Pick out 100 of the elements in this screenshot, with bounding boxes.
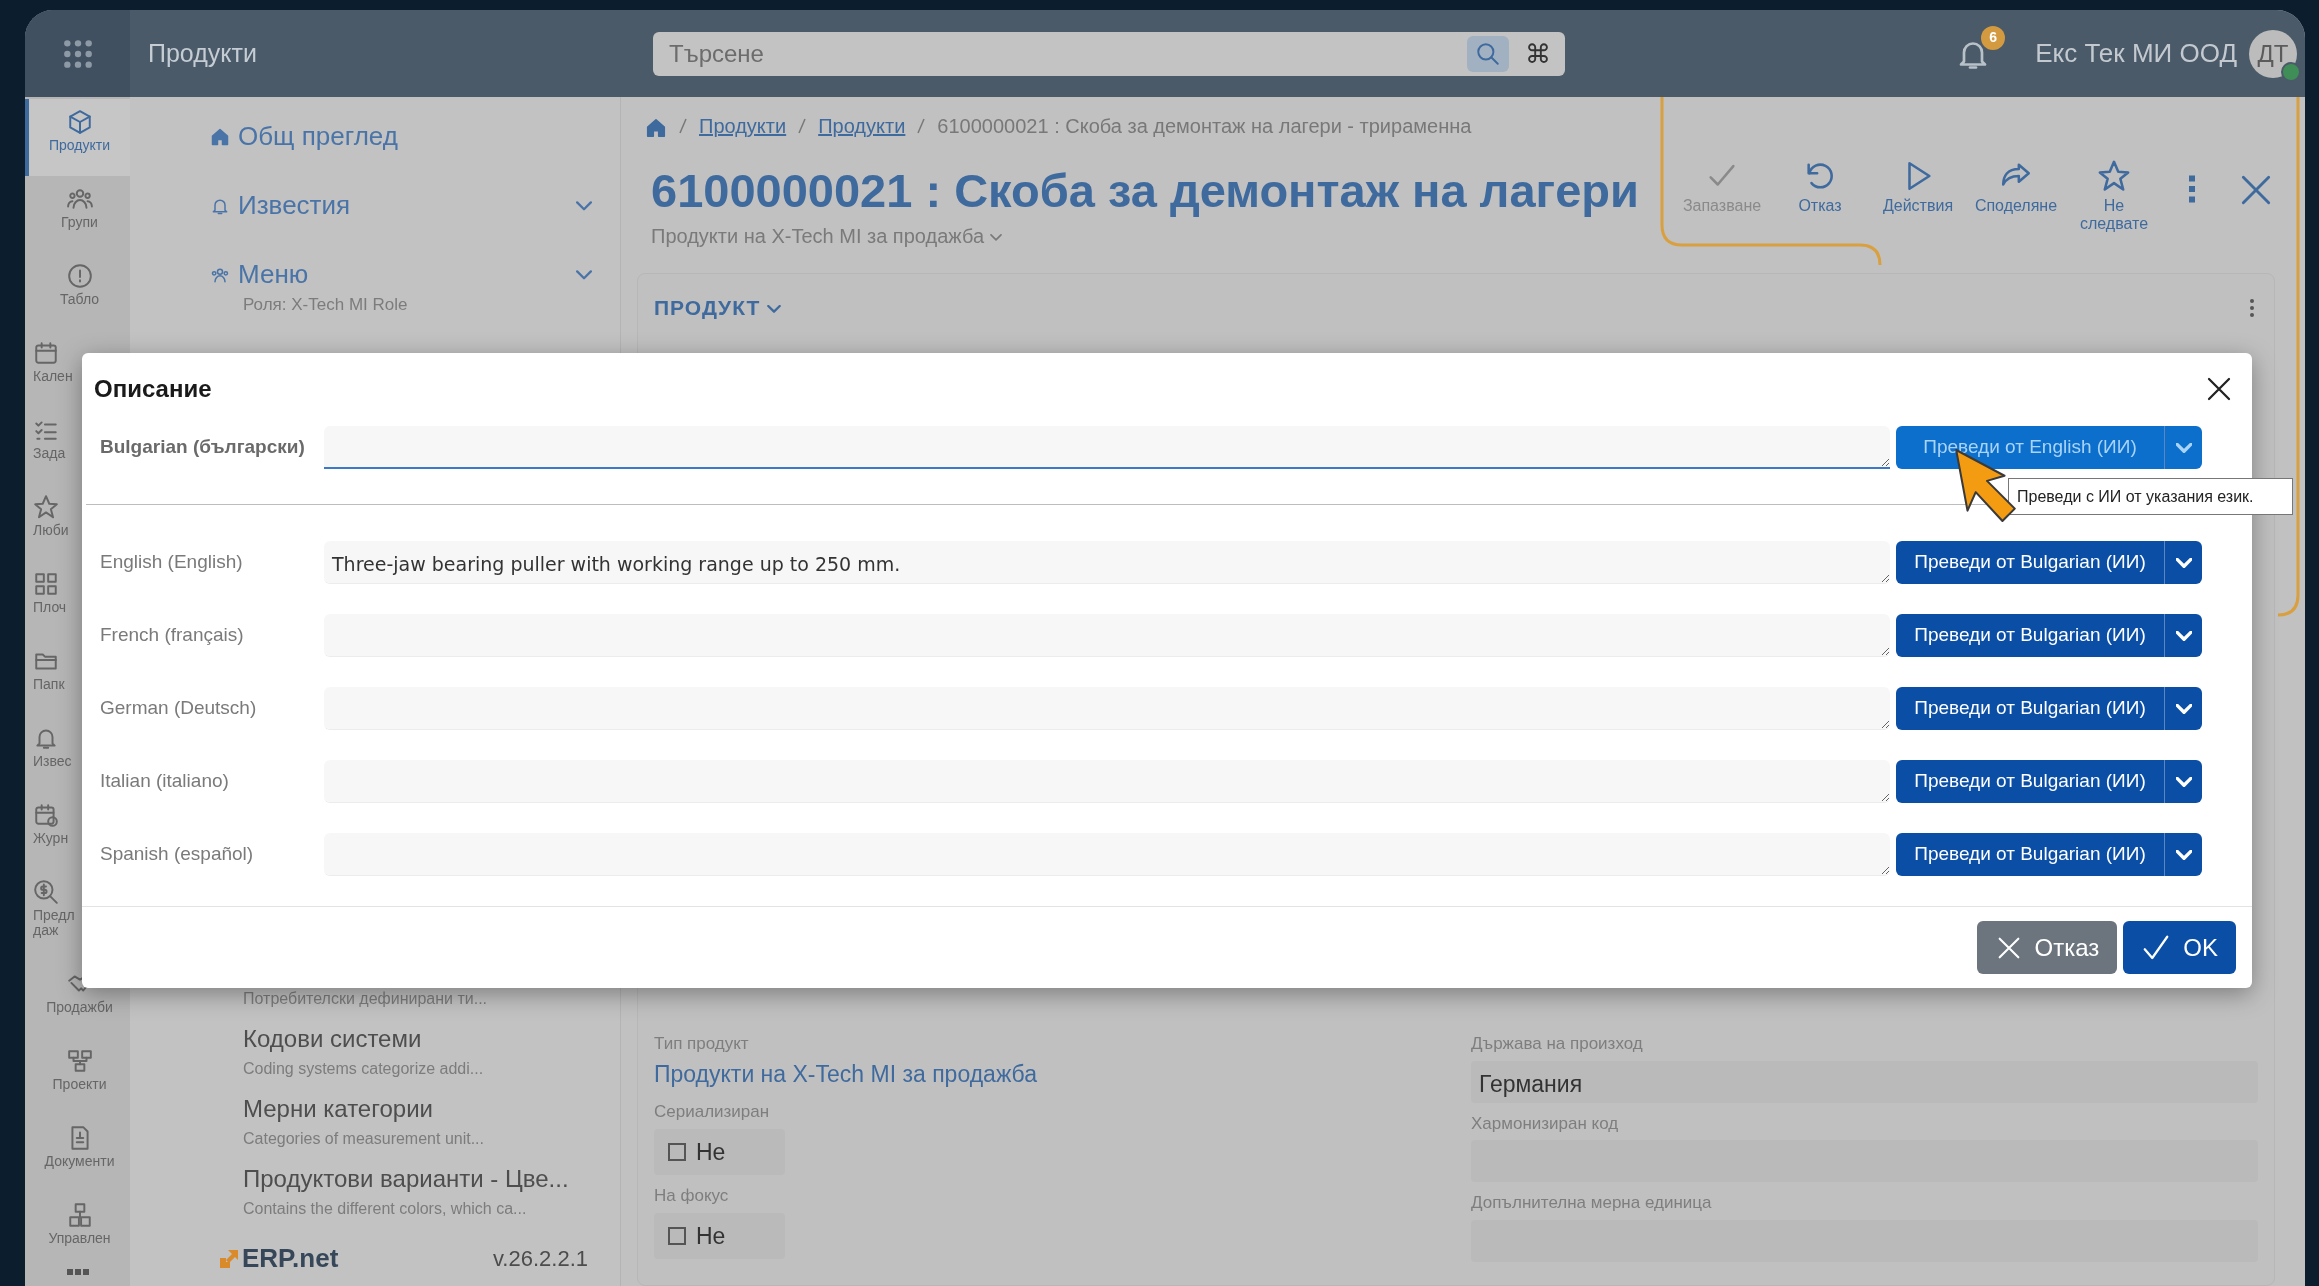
language-label: French (français) (100, 623, 245, 648)
dropdown-toggle[interactable] (2164, 541, 2202, 584)
sidebar-item[interactable]: Общ преглед (130, 117, 620, 156)
dropdown-toggle[interactable] (2164, 426, 2202, 469)
field-label: Тип продукт (654, 1033, 750, 1056)
more-icon[interactable] (66, 1268, 89, 1275)
record-type-dropdown[interactable]: Продукти на X-Tech MI за продажба (651, 220, 1639, 251)
kebab-icon (2189, 175, 2195, 203)
rail-item[interactable]: Продукти (25, 99, 130, 176)
search-button[interactable] (1467, 35, 1509, 72)
chevron-down-icon (989, 233, 1002, 241)
user-avatar[interactable]: ДТ (2249, 29, 2297, 78)
field-label: Допълнителна мерна единица (1471, 1192, 1713, 1215)
menu-entry-description: Coding systems categorize addi... (243, 1059, 485, 1079)
chevron-down-icon (2175, 703, 2192, 714)
tooltip: Преведи с ИИ от указания език. (2008, 478, 2293, 515)
apps-menu-button[interactable] (25, 10, 130, 97)
breadcrumb-separator (679, 118, 687, 134)
toolbar-button[interactable]: Споделяне (1973, 159, 2059, 215)
role-label: Роля: X-Tech MI Role (242, 294, 409, 316)
kebab-icon (2250, 298, 2254, 319)
menu-entry-description: Categories of measurement unit... (243, 1129, 485, 1149)
menu-entry-title[interactable]: Продуктови варианти - Цве... (243, 1161, 620, 1197)
menu-entry-description: Contains the different colors, which ca... (243, 1199, 528, 1219)
ok-button[interactable]: OK (2123, 921, 2236, 974)
language-label: German (Deutsch) (100, 696, 258, 721)
chevron-down-icon (2175, 776, 2192, 787)
sidebar-item[interactable]: Известия (130, 186, 620, 225)
version-label: v.26.2.2.1 (493, 1245, 588, 1273)
language-label: Bulgarian (български) (100, 435, 306, 460)
search-icon (1475, 40, 1501, 67)
toolbar-button[interactable]: Отказ (1777, 159, 1863, 215)
dropdown-toggle[interactable] (2164, 760, 2202, 803)
dot-grid-icon (61, 37, 94, 70)
field-label: Хармонизиран код (1471, 1112, 1620, 1135)
language-label: Spanish (español) (100, 842, 255, 867)
toolbar-button[interactable]: Не следвате (2071, 159, 2157, 233)
hierarchy-icon (66, 1047, 93, 1074)
checkbox[interactable] (668, 1226, 686, 1245)
checkbox[interactable] (668, 1142, 686, 1161)
calendar-icon (33, 340, 59, 366)
chevron-down-icon (2175, 442, 2192, 453)
people-icon (66, 186, 93, 212)
chevron-down-icon (2175, 849, 2192, 860)
search-field[interactable]: Търсене ⌘ (653, 31, 1565, 76)
translate-button[interactable]: Преведи от Bulgarian (ИИ) (1896, 687, 2164, 730)
rail-item[interactable]: Документи (25, 1114, 130, 1192)
dropdown-toggle[interactable] (2164, 614, 2202, 657)
breadcrumb-separator (917, 118, 926, 134)
dropdown-toggle[interactable] (2164, 833, 2202, 876)
box-icon (66, 109, 93, 135)
toolbar-button[interactable]: Действия (1875, 159, 1961, 215)
rail-item[interactable]: Управлен (25, 1191, 130, 1269)
notification-count: 6 (1981, 25, 2006, 50)
breadcrumb-separator (798, 118, 807, 134)
home-icon (645, 116, 667, 139)
section-toggle[interactable]: ПРОДУКТ (654, 291, 782, 324)
field-label: Държава на произход (1471, 1033, 1644, 1056)
checkbox-field[interactable]: Не (654, 1128, 786, 1176)
chevron-down-icon (767, 305, 782, 314)
translate-button[interactable]: Преведи от Bulgarian (ИИ) (1896, 541, 2164, 584)
company-name: Екс Тек МИ ООД (2035, 37, 2237, 70)
language-label: English (English) (100, 550, 244, 575)
more-options-button[interactable] (2189, 175, 2195, 203)
field-label: На фокус (654, 1185, 730, 1208)
logo: ERP.net (218, 1239, 339, 1278)
field-link[interactable]: Продукти на X-Tech MI за продажба (654, 1056, 1441, 1092)
text-area[interactable]: Three-jaw bearing puller with working range up to 250 mm. (324, 541, 1890, 584)
info-icon (66, 263, 93, 289)
cancel-button[interactable]: Отказ (1976, 921, 2118, 974)
rail-item[interactable]: Групи (25, 176, 130, 253)
dropdown-toggle[interactable] (2164, 687, 2202, 730)
translate-button[interactable]: Преведи от Bulgarian (ИИ) (1896, 833, 2164, 876)
text-area[interactable] (324, 426, 1890, 469)
star-icon (33, 494, 59, 520)
menu-entry-description: Потребителски дефинирани ти... (243, 989, 489, 1009)
org-chart-icon (66, 1201, 93, 1228)
rail-item[interactable]: Табло (25, 253, 130, 330)
chevron-down-icon (2175, 557, 2192, 568)
grid-icon (33, 571, 59, 597)
menu-entry-title[interactable]: Мерни категории (243, 1091, 620, 1127)
menu-entry-title[interactable]: Кодови системи (243, 1021, 620, 1057)
translate-button[interactable]: Преведи от Bulgarian (ИИ) (1896, 614, 2164, 657)
rail-item[interactable]: Предл даж (25, 869, 130, 961)
breadcrumb-link[interactable]: Продукти (818, 111, 906, 141)
shortcut-button[interactable]: ⌘ (1517, 35, 1559, 72)
dialog-title: Описание (94, 374, 212, 404)
chevron-down-icon (2175, 630, 2192, 641)
checkbox-field[interactable]: Не (654, 1212, 786, 1260)
dollar-search-icon (33, 879, 59, 905)
sidebar-item[interactable]: Меню (130, 255, 620, 294)
translate-button[interactable]: Преведи от Bulgarian (ИИ) (1896, 760, 2164, 803)
calendar-icon (33, 802, 59, 828)
language-label: Italian (italiano) (100, 769, 230, 794)
star-icon (2097, 159, 2131, 193)
rail-item[interactable]: Проекти (25, 1037, 130, 1115)
breadcrumb-link[interactable]: Продукти (699, 111, 787, 141)
page-title: 6100000021 : Скоба за демонтаж на лагери (651, 165, 1639, 217)
input-field[interactable]: Германия (1471, 1060, 2258, 1103)
field-label: Сериализиран (654, 1101, 771, 1124)
